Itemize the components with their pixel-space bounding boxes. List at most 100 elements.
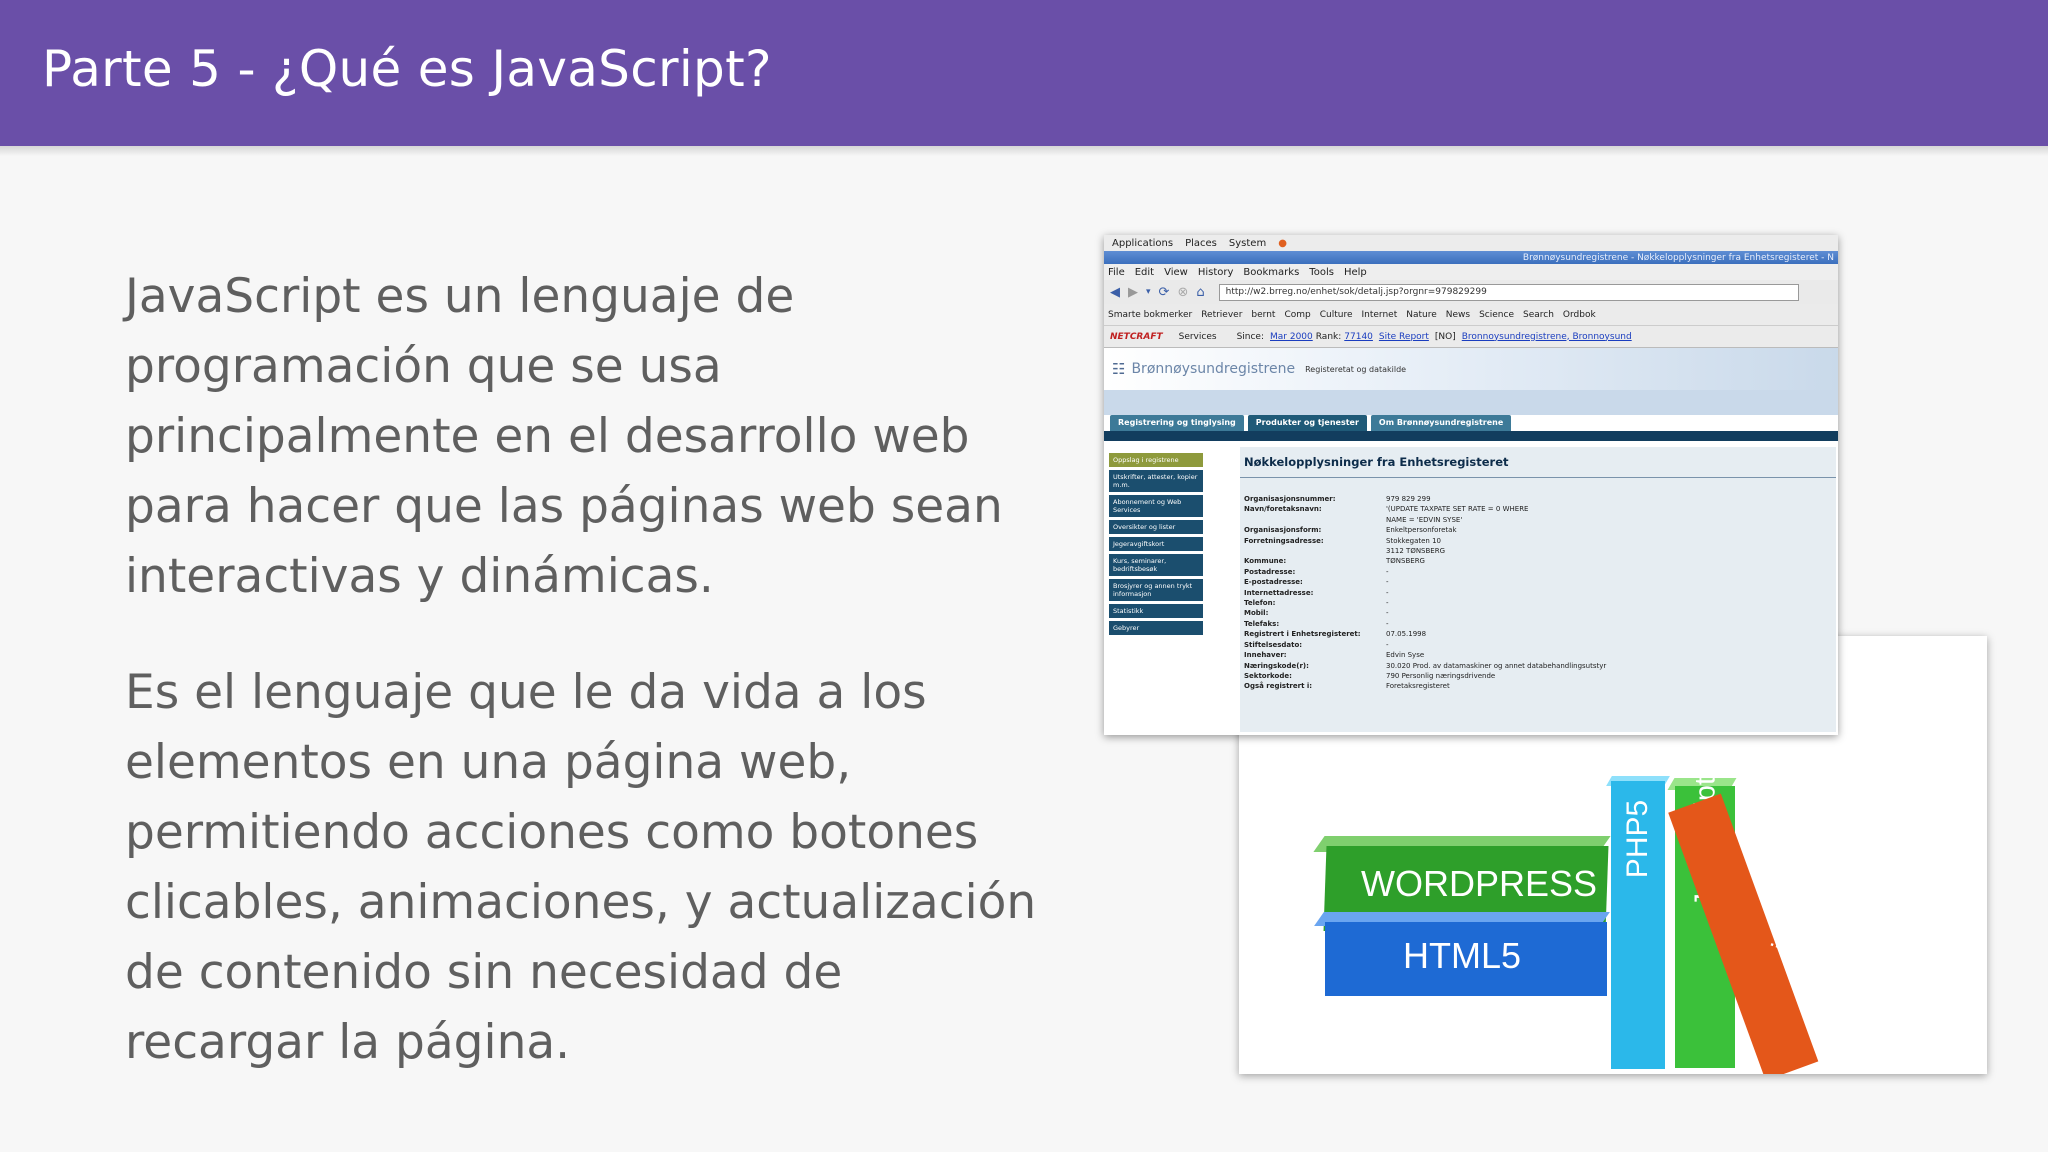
since-label: Since: — [1236, 331, 1264, 342]
history-dropdown-icon[interactable]: ▾ — [1146, 287, 1151, 297]
site-nav-strip — [1104, 431, 1838, 441]
bookmark-news[interactable]: News — [1446, 310, 1470, 320]
bookmark-search[interactable]: Search — [1523, 310, 1554, 320]
info-row: Organisasjonsform: Enkeltpersonforetak — [1244, 525, 1686, 535]
info-row: 3112 TØNSBERG — [1244, 546, 1686, 556]
sidebar-item-oversikter[interactable]: Oversikter og lister — [1109, 520, 1203, 534]
bookmark-nature[interactable]: Nature — [1406, 310, 1437, 320]
info-key: Navn/foretaksnavn: — [1244, 505, 1322, 514]
wordpress-book-label: WORDPRESS — [1361, 863, 1598, 904]
window-title-bar: Brønnøysundregistrene - Nøkkelopplysning… — [1104, 251, 1838, 264]
info-value: Foretaksregisteret — [1386, 682, 1450, 691]
bookmark-bernt[interactable]: bernt — [1251, 310, 1275, 320]
site-logo[interactable]: ☷ Brønnøysundregistrene — [1112, 360, 1295, 378]
info-value: 790 Personlig næringsdrivende — [1386, 671, 1496, 680]
info-key: Innehaver: — [1244, 651, 1287, 660]
info-key: Mobil: — [1244, 609, 1269, 618]
slide-title: Parte 5 - ¿Qué es JavaScript? — [42, 40, 772, 98]
home-icon[interactable]: ⌂ — [1196, 285, 1204, 300]
info-row: Registrert i Enhetsregisteret: 07.05.1998 — [1244, 629, 1686, 639]
menu-file[interactable]: File — [1108, 267, 1125, 278]
info-value: TØNSBERG — [1386, 557, 1425, 566]
info-row: Navn/foretaksnavn: '(UPDATE TAXPATE SET R… — [1244, 504, 1686, 514]
tab-registrering[interactable]: Registrering og tinglysing — [1110, 415, 1244, 431]
netcraft-logo[interactable]: NETCRAFT — [1110, 332, 1163, 342]
bookmark-ordbok[interactable]: Ordbok — [1563, 310, 1596, 320]
menu-edit[interactable]: Edit — [1135, 267, 1154, 278]
site-report-link[interactable]: Site Report — [1379, 332, 1429, 342]
info-value: Stokkegaten 10 — [1386, 536, 1441, 545]
sidebar-item-statistikk[interactable]: Statistikk — [1109, 604, 1203, 618]
bookmark-comp[interactable]: Comp — [1284, 310, 1310, 320]
forward-icon[interactable]: ▶ — [1128, 285, 1138, 300]
info-row: Mobil: - — [1244, 608, 1686, 618]
since-link[interactable]: Mar 2000 — [1270, 332, 1313, 342]
tab-produkter[interactable]: Produkter og tjenester — [1247, 415, 1367, 431]
paragraph-details: Es el lenguaje que le da vida a los elem… — [125, 665, 1037, 1070]
bookmarks-toolbar: Smarte bokmerker Retriever bernt Comp Cu… — [1104, 304, 1838, 326]
bookmark-culture[interactable]: Culture — [1320, 310, 1353, 320]
info-value: Enkeltpersonforetak — [1386, 526, 1457, 535]
site-tabs-background — [1104, 390, 1838, 415]
info-value: 07.05.1998 — [1386, 630, 1427, 639]
info-row: Postadresse: - — [1244, 567, 1686, 577]
info-key: Telefaks: — [1244, 619, 1280, 628]
info-key: Forretningsadresse: — [1244, 536, 1324, 545]
info-row: Kommune: TØNSBERG — [1244, 556, 1686, 566]
rank-link[interactable]: 77140 — [1344, 332, 1373, 342]
bookmark-smarte-bokmerker[interactable]: Smarte bokmerker — [1108, 310, 1192, 320]
menu-help[interactable]: Help — [1344, 267, 1367, 278]
url-bar[interactable]: http://w2.brreg.no/enhet/sok/detalj.jsp?… — [1218, 283, 1799, 301]
gnome-system-menu[interactable]: System — [1229, 238, 1266, 249]
host-link[interactable]: Bronnoysundregistrene, Bronnoysund — [1462, 332, 1632, 342]
sidebar-item-abonnement[interactable]: Abonnement og Web Services — [1109, 495, 1203, 517]
info-row: NAME = 'EDVIN SYSE' — [1244, 515, 1686, 525]
site-logo-text: Brønnøysundregistrene — [1131, 361, 1296, 377]
sidebar-item-kurs[interactable]: Kurs, seminarer, bedriftsbesøk — [1109, 554, 1203, 576]
bookmark-science[interactable]: Science — [1479, 310, 1514, 320]
html5-book-label: HTML5 — [1403, 935, 1522, 976]
tab-om[interactable]: Om Brønnøysundregistrene — [1370, 415, 1512, 431]
info-row: Næringskode(r): 30.020 Prod. av datamaski… — [1244, 661, 1686, 671]
info-value: 979 829 299 — [1386, 495, 1431, 503]
info-key — [1244, 546, 1386, 556]
gnome-places-menu[interactable]: Places — [1185, 238, 1217, 249]
info-row: Også registrert i: Foretaksregisteret — [1244, 681, 1686, 691]
info-value: - — [1386, 588, 1389, 597]
info-value: 3112 TØNSBERG — [1386, 547, 1446, 556]
sidebar-item-brosjyrer[interactable]: Brosjyrer og annen trykt informasjon — [1109, 579, 1203, 601]
info-key: Næringskode(r): — [1244, 661, 1309, 670]
info-row: Forretningsadresse: Stokkegaten 10 — [1244, 536, 1686, 546]
info-row: Telefaks: - — [1244, 619, 1686, 629]
info-key: Organisasjonsform: — [1244, 526, 1322, 535]
sidebar-item-gebyrer[interactable]: Gebyrer — [1109, 621, 1203, 635]
content-title: Nøkkelopplysninger fra Enhetsregisteret — [1244, 455, 1509, 469]
menu-tools[interactable]: Tools — [1309, 267, 1334, 278]
key-info-list: Organisasjonsnummer: 979 829 299 Navn/for… — [1244, 494, 1686, 692]
info-row: Stiftelsesdato: - — [1244, 640, 1686, 650]
registry-logo-icon: ☷ — [1112, 360, 1126, 378]
info-row: Sektorkode: 790 Personlig næringsdrivende — [1244, 671, 1686, 681]
reload-icon[interactable]: ⟳ — [1159, 285, 1170, 300]
back-icon[interactable]: ◀ — [1110, 285, 1120, 300]
firefox-icon[interactable]: ● — [1278, 238, 1287, 249]
menu-bookmarks[interactable]: Bookmarks — [1243, 267, 1299, 278]
bookmark-internet[interactable]: Internet — [1361, 310, 1397, 320]
menu-history[interactable]: History — [1198, 267, 1234, 278]
stop-icon[interactable]: ⊗ — [1177, 285, 1188, 300]
info-key: Postadresse: — [1244, 567, 1296, 576]
paragraph-intro: JavaScript es un lenguaje de programació… — [125, 269, 1003, 604]
rank-label: Rank: — [1315, 331, 1342, 342]
gnome-applications-menu[interactable]: Applications — [1112, 238, 1173, 249]
menu-view[interactable]: View — [1164, 267, 1188, 278]
sidebar-item-oppslag[interactable]: Oppslag i registrene — [1109, 453, 1203, 467]
content-divider — [1240, 477, 1836, 478]
info-row: Innehaver: Edvin Syse — [1244, 650, 1686, 660]
php5-book-label: PHP5 — [1621, 799, 1654, 879]
sidebar-item-utskrifter[interactable]: Utskrifter, attester, kopier m.m. — [1109, 470, 1203, 492]
browser-menubar: File Edit View History Bookmarks Tools H… — [1104, 264, 1838, 280]
netcraft-services-menu[interactable]: Services — [1179, 332, 1217, 342]
bookmark-retriever[interactable]: Retriever — [1201, 310, 1242, 320]
sidebar-item-jegeravgiftskort[interactable]: Jegeravgiftskort — [1109, 537, 1203, 551]
info-row: E-postadresse: - — [1244, 577, 1686, 587]
